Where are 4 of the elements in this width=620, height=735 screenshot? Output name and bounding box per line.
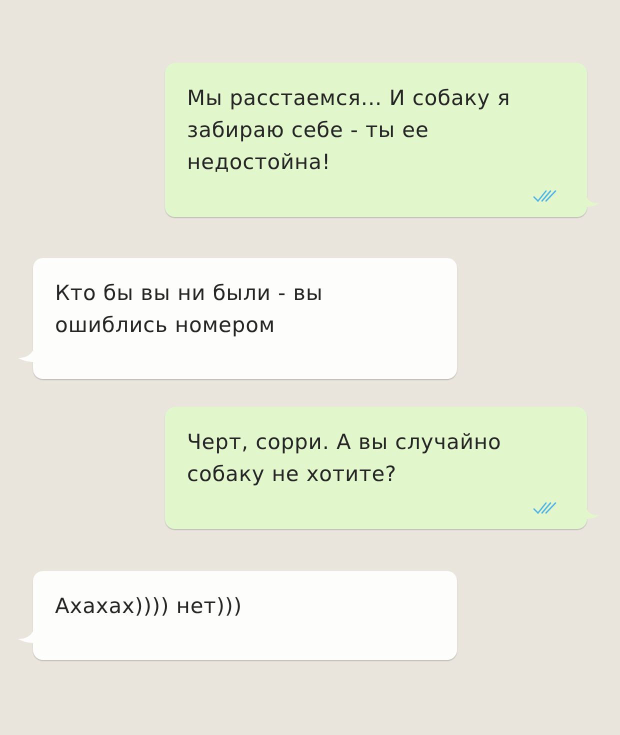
message-text: Ахахах)))) нет))) [55, 593, 244, 620]
message-text: Кто бы вы ни были - вы ошиблись номером [55, 280, 324, 339]
message-text: Мы расстаемся... И собаку я забираю себе - ты ее недостойна! [187, 85, 512, 176]
message-text: Черт, сорри. А вы случайно собаку не хотите? [187, 429, 502, 488]
